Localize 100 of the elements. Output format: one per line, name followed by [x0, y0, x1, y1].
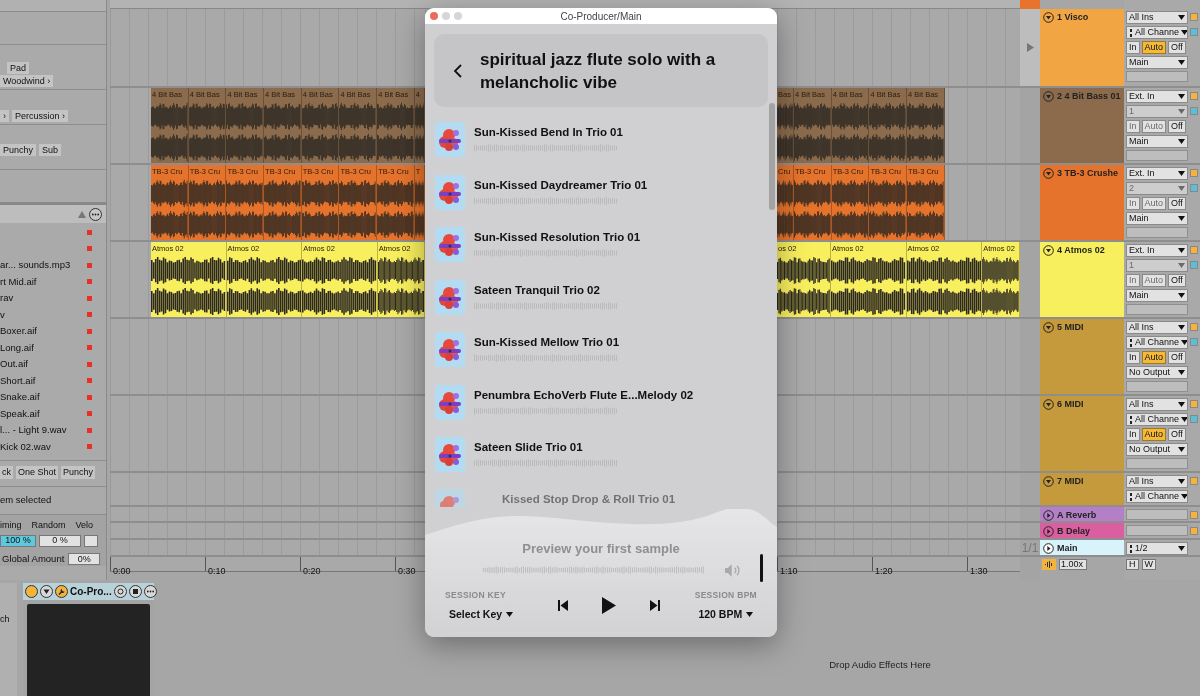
key-select[interactable]: Select Key	[445, 606, 514, 623]
skip-forward-icon[interactable]	[649, 600, 660, 612]
file-name[interactable]: Snake.aif	[0, 390, 87, 405]
file-name[interactable]: Speak.aif	[0, 406, 87, 421]
fold-icon[interactable]	[1043, 12, 1054, 23]
monitor-button[interactable]: Off	[1168, 41, 1186, 54]
monitor-button[interactable]: Off	[1168, 274, 1186, 287]
track-header[interactable]: 5 MIDI	[1040, 319, 1124, 396]
dropdown[interactable]: All Ins	[1126, 398, 1188, 411]
view-button[interactable]: W	[1141, 559, 1156, 570]
dropdown[interactable]: All Ins	[1126, 475, 1188, 488]
tag-chip[interactable]: Punchy	[61, 466, 96, 479]
result-item[interactable]: Sateen Tranquil Trio 02	[435, 278, 777, 331]
track-header[interactable]: B Delay	[1040, 523, 1124, 540]
dropdown[interactable]: Ext. In	[1126, 244, 1188, 257]
tag-chip[interactable]: One Shot	[16, 466, 59, 479]
monitor-button[interactable]: Off	[1168, 351, 1186, 364]
track-header[interactable]: 7 MIDI	[1040, 473, 1124, 507]
dropdown[interactable]: 1/2	[1126, 542, 1188, 555]
monitor-button[interactable]: In	[1126, 41, 1140, 54]
dropdown[interactable]: No Output	[1126, 443, 1188, 456]
file-name[interactable]: Long.aif	[0, 340, 87, 355]
loop-marker[interactable]	[1020, 0, 1040, 9]
volume-slider[interactable]	[760, 554, 763, 582]
fold-icon[interactable]	[1043, 476, 1054, 487]
dropdown[interactable]: Main	[1126, 212, 1188, 225]
file-name[interactable]: l... - Light 9.wav	[0, 423, 87, 438]
fold-icon[interactable]	[1043, 322, 1054, 333]
empty-slot[interactable]	[1126, 227, 1188, 238]
dropdown[interactable]: All Channe	[1126, 490, 1188, 503]
result-item[interactable]: Sun-Kissed Bend In Trio 01	[435, 121, 777, 174]
minimize-button[interactable]	[442, 12, 450, 20]
view-button[interactable]: H	[1126, 559, 1139, 570]
empty-slot[interactable]	[1126, 458, 1188, 469]
dropdown[interactable]: All Channe	[1126, 336, 1188, 349]
play-icon[interactable]	[1043, 543, 1054, 554]
monitor-button[interactable]: Auto	[1141, 41, 1167, 54]
monitor-button[interactable]: In	[1126, 428, 1140, 441]
empty-slot[interactable]	[1126, 304, 1188, 315]
fold-icon[interactable]	[1043, 399, 1054, 410]
track-header[interactable]: 1 Visco	[1040, 9, 1124, 88]
tag-chip[interactable]: ck	[0, 466, 13, 479]
tag-chip[interactable]: ›	[0, 110, 9, 122]
dropdown[interactable]: Main	[1126, 289, 1188, 302]
dropdown[interactable]: All Ins	[1126, 11, 1188, 24]
dropdown[interactable]: Main	[1126, 135, 1188, 148]
dropdown[interactable]: No Output	[1126, 366, 1188, 379]
dropdown[interactable]: All Ins	[1126, 321, 1188, 334]
tag-chip[interactable]: Percussion ›	[12, 110, 69, 122]
sort-icon[interactable]	[78, 210, 86, 218]
track-header[interactable]: 6 MIDI	[1040, 396, 1124, 473]
save-icon[interactable]	[128, 585, 142, 598]
skip-back-icon[interactable]	[557, 600, 568, 612]
monitor-button[interactable]: Off	[1168, 120, 1186, 133]
power-button[interactable]	[25, 585, 38, 598]
tag-chip[interactable]: Punchy	[0, 144, 37, 156]
more-icon[interactable]	[143, 585, 157, 598]
result-item[interactable]: Sun-Kissed Daydreamer Trio 01	[435, 173, 777, 226]
dropdown[interactable]: All Channe	[1126, 26, 1188, 39]
waveform-toggle-icon[interactable]	[1042, 559, 1056, 570]
value-field[interactable]: 0 %	[39, 534, 81, 547]
result-item[interactable]: Penumbra EchoVerb Flute E...Melody 02	[435, 383, 777, 436]
close-button[interactable]	[430, 12, 438, 20]
dropdown[interactable]: Ext. In	[1126, 90, 1188, 103]
file-name[interactable]: v	[0, 307, 87, 322]
more-icon[interactable]	[89, 207, 102, 221]
back-icon[interactable]	[453, 63, 463, 78]
value-field[interactable]: 100 %	[0, 534, 36, 547]
monitor-button[interactable]: In	[1126, 351, 1140, 364]
scrollbar-thumb[interactable]	[769, 103, 775, 210]
speaker-icon[interactable]	[724, 563, 741, 577]
refresh-icon[interactable]	[113, 585, 127, 598]
zoom-field[interactable]: 1.00x	[1059, 559, 1087, 570]
result-item[interactable]: Sateen Slide Trio 01	[435, 436, 777, 489]
dropdown[interactable]: All Channe	[1126, 413, 1188, 426]
track-header[interactable]: 3 TB-3 Crushe	[1040, 165, 1124, 242]
wrench-icon[interactable]	[55, 585, 68, 598]
empty-slot[interactable]	[1126, 509, 1188, 520]
track-button[interactable]	[1190, 477, 1198, 485]
value-field[interactable]: 0%	[68, 552, 101, 565]
empty-slot[interactable]	[1126, 525, 1188, 536]
result-item[interactable]: Sun-Kissed Mellow Trio 01	[435, 331, 777, 384]
file-name[interactable]: Kick 02.wav	[0, 439, 87, 454]
file-name[interactable]: rav	[0, 291, 87, 306]
file-name[interactable]: rt Mid.aif	[0, 274, 87, 289]
dropdown[interactable]: Main	[1126, 56, 1188, 69]
play-icon[interactable]	[601, 597, 616, 615]
monitor-button[interactable]: Auto	[1141, 351, 1167, 364]
file-name[interactable]: ar... sounds.mp3	[0, 258, 87, 273]
file-name[interactable]: Out.aif	[0, 357, 87, 372]
file-name[interactable]: Boxer.aif	[0, 324, 87, 339]
empty-slot[interactable]	[1126, 150, 1188, 161]
track-header[interactable]: Main	[1040, 540, 1124, 557]
monitor-button[interactable]: Auto	[1141, 428, 1167, 441]
track-header[interactable]: 4 Atmos 02	[1040, 242, 1124, 319]
value-field[interactable]	[84, 534, 98, 547]
monitor-button[interactable]: Off	[1168, 428, 1186, 441]
track-header[interactable]: A Reverb	[1040, 507, 1124, 523]
fold-icon[interactable]	[40, 585, 53, 598]
monitor-button[interactable]: Off	[1168, 197, 1186, 210]
